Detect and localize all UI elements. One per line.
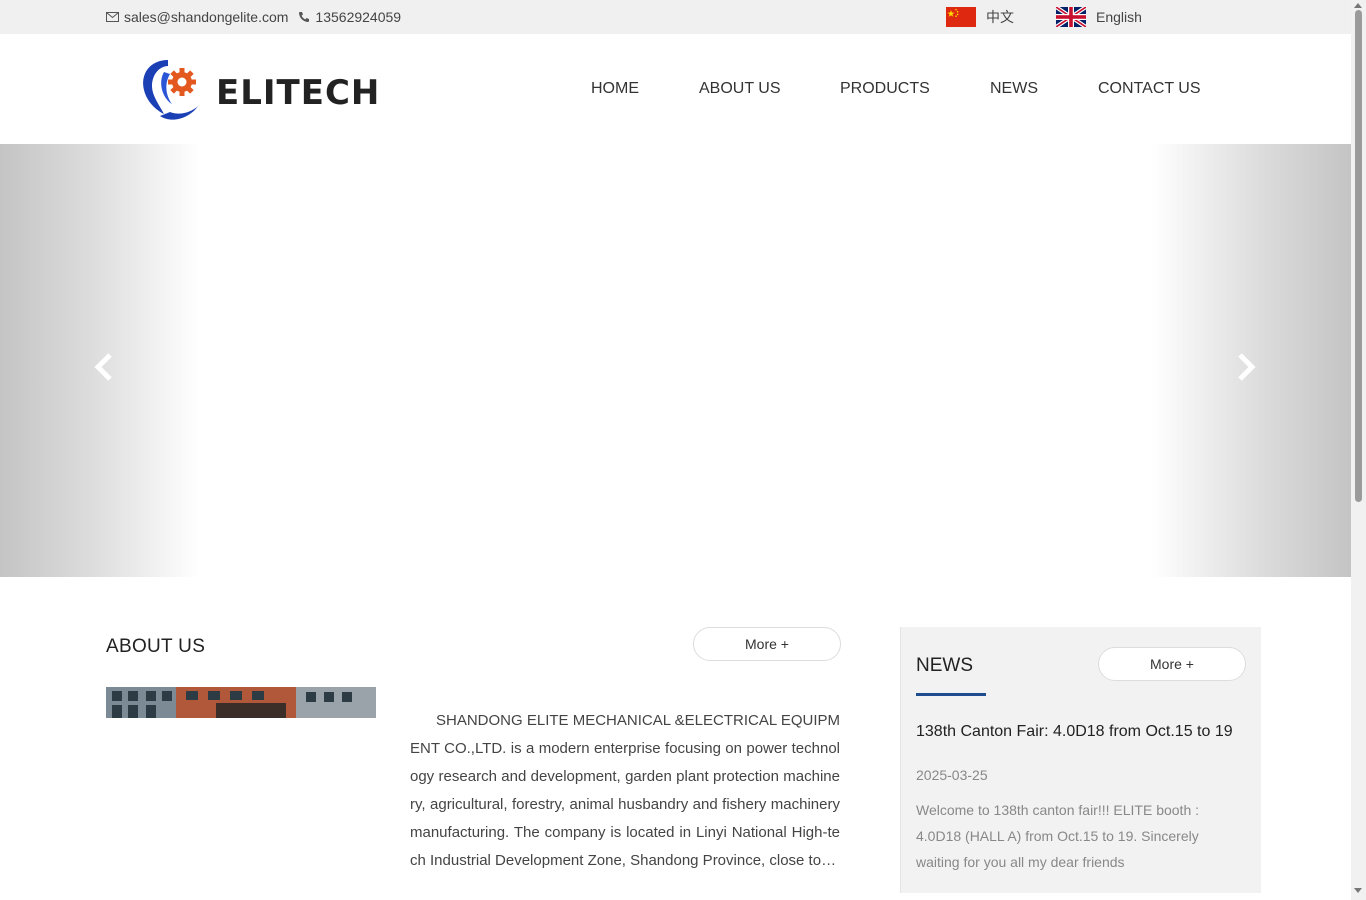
news-more-button[interactable]: More + (1098, 647, 1246, 681)
site-header: ELITECH HOME ABOUT US PRODUCTS NEWS CONT… (0, 34, 1351, 144)
news-date: 2025-03-25 (916, 767, 988, 783)
email-text: sales@shandongelite.com (124, 9, 289, 25)
nav-home[interactable]: HOME (591, 80, 639, 98)
china-flag-icon (946, 7, 976, 27)
news-title-underline (916, 693, 986, 696)
nav-contact-us[interactable]: CONTACT US (1098, 80, 1201, 98)
page-scrollbar[interactable] (1351, 0, 1366, 900)
chevron-left-icon[interactable] (92, 352, 116, 382)
language-english[interactable]: English (1056, 0, 1142, 34)
news-section-title: NEWS (916, 655, 973, 676)
scroll-down-arrow-icon[interactable] (1354, 888, 1362, 893)
phone-text: 13562924059 (315, 9, 402, 25)
language-english-label: English (1096, 9, 1142, 25)
news-panel: NEWS More + 138th Canton Fair: 4.0D18 fr… (900, 627, 1261, 893)
nav-news[interactable]: NEWS (990, 80, 1038, 98)
email-link[interactable]: sales@shandongelite.com (106, 9, 288, 25)
chevron-right-icon[interactable] (1234, 352, 1258, 382)
phone-link[interactable]: 13562924059 (298, 9, 401, 25)
company-building-image (106, 687, 382, 718)
logo-text: ELITECH (216, 73, 378, 113)
phone-icon (299, 12, 310, 22)
scrollbar-thumb[interactable] (1355, 10, 1362, 502)
language-chinese[interactable]: 中文 (946, 0, 1014, 34)
top-bar: sales@shandongelite.com 13562924059 中文 E… (0, 0, 1351, 34)
language-chinese-label: 中文 (986, 9, 1014, 25)
hero-carousel (0, 144, 1351, 577)
elitech-logo[interactable]: ELITECH (138, 54, 378, 124)
about-section-title: ABOUT US (106, 636, 206, 657)
nav-products[interactable]: PRODUCTS (840, 80, 930, 98)
contact-info: sales@shandongelite.com 13562924059 (106, 0, 411, 34)
nav-about-us[interactable]: ABOUT US (699, 80, 781, 98)
news-headline-link[interactable]: 138th Canton Fair: 4.0D18 from Oct.15 to… (916, 723, 1233, 741)
envelope-icon (106, 12, 119, 22)
scroll-up-arrow-icon[interactable] (1354, 3, 1362, 8)
news-summary: Welcome to 138th canton fair!!! ELITE bo… (916, 802, 1200, 870)
about-more-button[interactable]: More + (693, 627, 841, 661)
uk-flag-icon (1056, 7, 1086, 27)
about-description: SHANDONG ELITE MECHANICAL &ELECTRICAL EQ… (410, 712, 840, 869)
